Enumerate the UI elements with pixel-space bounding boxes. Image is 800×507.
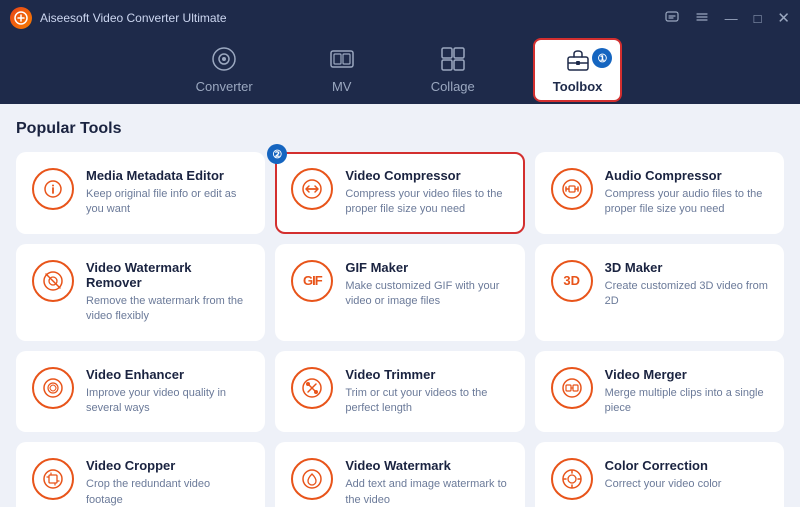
3d-maker-info: 3D Maker Create customized 3D video from…: [605, 260, 768, 310]
tool-card-video-watermark-remover[interactable]: Video Watermark Remover Remove the water…: [16, 244, 265, 341]
tool-card-video-cropper[interactable]: Video Cropper Crop the redundant video f…: [16, 442, 265, 507]
mv-icon: [329, 46, 355, 72]
3d-maker-name: 3D Maker: [605, 260, 768, 275]
toolbox-icon-wrap: [565, 46, 591, 75]
nav-bar: Converter MV Collage ①: [0, 36, 800, 104]
tool-card-audio-compressor[interactable]: Audio Compressor Compress your audio fil…: [535, 152, 784, 234]
video-watermark-remover-desc: Remove the watermark from the video flex…: [86, 294, 249, 325]
video-watermark-remover-info: Video Watermark Remover Remove the water…: [86, 260, 249, 325]
converter-label: Converter: [196, 79, 253, 94]
gif-maker-info: GIF Maker Make customized GIF with your …: [345, 260, 508, 310]
content-area: Popular Tools Media Metadata Editor Keep…: [0, 104, 800, 507]
video-enhancer-icon: [32, 367, 74, 409]
audio-compressor-icon: [551, 168, 593, 210]
nav-item-collage[interactable]: Collage: [413, 40, 493, 100]
video-watermark-remover-name: Video Watermark Remover: [86, 260, 249, 290]
collage-icon: [440, 46, 466, 72]
media-metadata-editor-name: Media Metadata Editor: [86, 168, 249, 183]
nav-item-mv[interactable]: MV: [311, 40, 373, 100]
toolbox-badge: ①: [592, 48, 612, 68]
nav-item-converter[interactable]: Converter: [178, 40, 271, 100]
mv-icon-wrap: [329, 46, 355, 75]
color-correction-info: Color Correction Correct your video colo…: [605, 458, 768, 492]
tool-card-video-trimmer[interactable]: Video Trimmer Trim or cut your videos to…: [275, 351, 524, 433]
video-compressor-desc: Compress your video files to the proper …: [345, 187, 508, 218]
nav-item-toolbox[interactable]: ① Toolbox: [533, 38, 623, 102]
video-trimmer-name: Video Trimmer: [345, 367, 508, 382]
3d-maker-desc: Create customized 3D video from 2D: [605, 279, 768, 310]
maximize-button[interactable]: □: [754, 12, 762, 25]
video-trimmer-icon: [291, 367, 333, 409]
app-title: Aiseesoft Video Converter Ultimate: [40, 11, 227, 25]
video-watermark-icon: [291, 458, 333, 500]
video-enhancer-info: Video Enhancer Improve your video qualit…: [86, 367, 249, 417]
audio-compressor-info: Audio Compressor Compress your audio fil…: [605, 168, 768, 218]
video-enhancer-desc: Improve your video quality in several wa…: [86, 386, 249, 417]
audio-compressor-desc: Compress your audio files to the proper …: [605, 187, 768, 218]
tool-card-media-metadata-editor[interactable]: Media Metadata Editor Keep original file…: [16, 152, 265, 234]
video-watermark-name: Video Watermark: [345, 458, 508, 473]
media-metadata-editor-icon: [32, 168, 74, 210]
video-merger-info: Video Merger Merge multiple clips into a…: [605, 367, 768, 417]
toolbox-icon: [565, 46, 591, 72]
gif-maker-desc: Make customized GIF with your video or i…: [345, 279, 508, 310]
video-trimmer-desc: Trim or cut your videos to the perfect l…: [345, 386, 508, 417]
menu-icon[interactable]: [695, 10, 709, 26]
media-metadata-editor-desc: Keep original file info or edit as you w…: [86, 187, 249, 218]
video-merger-icon: [551, 367, 593, 409]
app-logo: [10, 7, 32, 29]
media-metadata-editor-info: Media Metadata Editor Keep original file…: [86, 168, 249, 218]
video-compressor-name: Video Compressor: [345, 168, 508, 183]
color-correction-desc: Correct your video color: [605, 477, 768, 492]
tool-card-3d-maker[interactable]: 3D 3D Maker Create customized 3D video f…: [535, 244, 784, 341]
collage-label: Collage: [431, 79, 475, 94]
tool-card-color-correction[interactable]: Color Correction Correct your video colo…: [535, 442, 784, 507]
color-correction-name: Color Correction: [605, 458, 768, 473]
video-merger-desc: Merge multiple clips into a single piece: [605, 386, 768, 417]
video-watermark-remover-icon: [32, 260, 74, 302]
title-bar: Aiseesoft Video Converter Ultimate — □ ✕: [0, 0, 800, 36]
video-compressor-badge: ②: [267, 144, 287, 164]
tool-card-video-compressor[interactable]: ② Video Compressor Compress your video f…: [275, 152, 524, 234]
tool-card-video-merger[interactable]: Video Merger Merge multiple clips into a…: [535, 351, 784, 433]
3d-maker-icon: 3D: [551, 260, 593, 302]
gif-maker-icon: GIF: [291, 260, 333, 302]
video-cropper-info: Video Cropper Crop the redundant video f…: [86, 458, 249, 507]
collage-icon-wrap: [440, 46, 466, 75]
message-icon[interactable]: [665, 10, 679, 26]
title-bar-left: Aiseesoft Video Converter Ultimate: [10, 7, 227, 29]
video-watermark-info: Video Watermark Add text and image water…: [345, 458, 508, 507]
video-enhancer-name: Video Enhancer: [86, 367, 249, 382]
title-bar-controls: — □ ✕: [665, 10, 790, 26]
section-title: Popular Tools: [16, 120, 784, 138]
converter-icon-wrap: [211, 46, 237, 75]
tool-card-video-watermark[interactable]: Video Watermark Add text and image water…: [275, 442, 524, 507]
minimize-button[interactable]: —: [725, 12, 738, 25]
video-cropper-icon: [32, 458, 74, 500]
mv-label: MV: [332, 79, 352, 94]
toolbox-label: Toolbox: [553, 79, 603, 94]
converter-icon: [211, 46, 237, 72]
video-cropper-desc: Crop the redundant video footage: [86, 477, 249, 507]
tools-grid: Media Metadata Editor Keep original file…: [16, 152, 784, 507]
video-watermark-desc: Add text and image watermark to the vide…: [345, 477, 508, 507]
video-cropper-name: Video Cropper: [86, 458, 249, 473]
video-merger-name: Video Merger: [605, 367, 768, 382]
gif-maker-name: GIF Maker: [345, 260, 508, 275]
video-compressor-icon: [291, 168, 333, 210]
color-correction-icon: [551, 458, 593, 500]
audio-compressor-name: Audio Compressor: [605, 168, 768, 183]
video-compressor-info: Video Compressor Compress your video fil…: [345, 168, 508, 218]
tool-card-gif-maker[interactable]: GIF GIF Maker Make customized GIF with y…: [275, 244, 524, 341]
close-button[interactable]: ✕: [777, 11, 790, 26]
video-trimmer-info: Video Trimmer Trim or cut your videos to…: [345, 367, 508, 417]
tool-card-video-enhancer[interactable]: Video Enhancer Improve your video qualit…: [16, 351, 265, 433]
